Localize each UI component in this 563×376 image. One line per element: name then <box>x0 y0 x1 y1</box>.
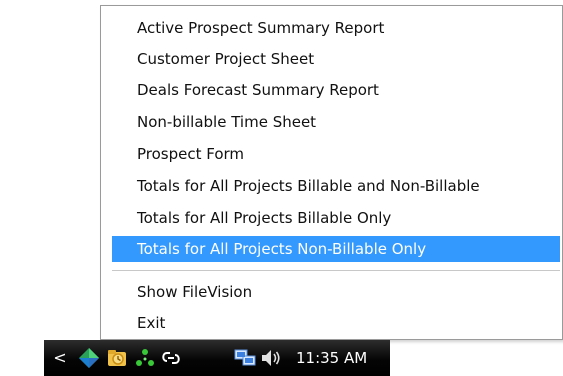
menu-item-active-prospect-summary-report[interactable]: Active Prospect Summary Report <box>112 15 560 41</box>
menu-item-totals-non-billable-only[interactable]: Totals for All Projects Non-Billable Onl… <box>112 236 560 262</box>
menu-item-prospect-form[interactable]: Prospect Form <box>112 141 560 167</box>
speaker-icon[interactable] <box>260 347 282 369</box>
menu-item-totals-billable-and-non-billable[interactable]: Totals for All Projects Billable and Non… <box>112 173 560 199</box>
app-diamond-icon[interactable] <box>78 347 100 369</box>
context-menu: Active Prospect Summary Report Customer … <box>100 5 563 340</box>
menu-item-show-filevision[interactable]: Show FileVision <box>112 279 560 305</box>
menu-item-deals-forecast-summary-report[interactable]: Deals Forecast Summary Report <box>112 77 560 103</box>
network-monitor-icon[interactable] <box>234 347 256 369</box>
menu-item-customer-project-sheet[interactable]: Customer Project Sheet <box>112 46 560 72</box>
show-hidden-icons-button[interactable]: < <box>52 346 68 370</box>
link-icon[interactable] <box>160 347 182 369</box>
system-clock[interactable]: 11:35 AM <box>296 347 367 369</box>
menu-item-totals-billable-only[interactable]: Totals for All Projects Billable Only <box>112 205 560 231</box>
system-tray: < 11:35 AM <box>44 340 390 376</box>
menu-item-non-billable-time-sheet[interactable]: Non-billable Time Sheet <box>112 109 560 135</box>
menu-separator <box>112 270 560 271</box>
menu-item-exit[interactable]: Exit <box>112 310 560 336</box>
folder-badge-icon[interactable] <box>106 347 128 369</box>
network-dots-icon[interactable] <box>134 347 156 369</box>
